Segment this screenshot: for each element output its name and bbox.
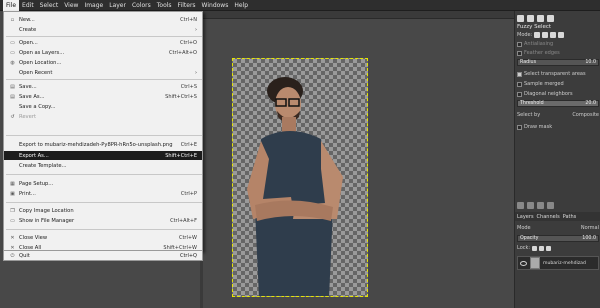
person-cutout-image	[247, 77, 343, 296]
menu-separator	[6, 135, 202, 136]
quit-icon: ⏻	[10, 252, 15, 259]
select-transparent-checkbox[interactable]: Select transparent areas	[517, 71, 586, 77]
select-by-row[interactable]: Select by Composite	[517, 112, 599, 118]
open-layers-icon: ▭	[10, 49, 15, 56]
menu-file[interactable]: File	[3, 0, 20, 11]
submenu-arrow-icon: ›	[195, 26, 197, 33]
mode-subtract-icon[interactable]	[550, 32, 557, 38]
menu-tools[interactable]: Tools	[154, 0, 175, 11]
right-dock: Fuzzy Select Mode: Antialiasing Feather …	[514, 11, 600, 308]
select-by-dropdown[interactable]: Composite	[572, 112, 599, 118]
menu-item-save[interactable]: ▤ Save... Ctrl+S	[4, 82, 202, 91]
dock-tab-icons	[517, 14, 554, 23]
close-icon: ✕	[10, 234, 15, 241]
copy-icon: ❐	[10, 207, 15, 214]
new-icon: ▫	[10, 16, 15, 23]
menu-item-open[interactable]: ▭ Open... Ctrl+O	[4, 38, 202, 47]
menu-separator	[6, 202, 202, 203]
mode-replace-icon[interactable]	[534, 32, 541, 38]
menu-colors[interactable]: Colors	[129, 0, 154, 11]
menu-separator	[6, 174, 202, 175]
menu-item-create-template[interactable]: Create Template...	[4, 161, 202, 170]
menu-windows[interactable]: Windows	[199, 0, 232, 11]
undo-history-tab-icon[interactable]	[537, 15, 544, 22]
layer-mode-row[interactable]: Mode Normal	[517, 225, 599, 231]
menu-separator	[6, 36, 202, 37]
tool-options-footer	[517, 201, 554, 210]
close-all-icon: ✕	[10, 244, 15, 251]
revert-icon: ↺	[10, 113, 15, 120]
menu-item-open-recent[interactable]: Open Recent ›	[4, 68, 202, 77]
visibility-eye-icon[interactable]	[520, 260, 527, 266]
file-menu: ▫ New... Ctrl+N Create › ▭ Open... Ctrl+O ▭ Op…	[3, 11, 203, 251]
menu-separator	[6, 229, 202, 230]
feather-edges-checkbox[interactable]: Feather edges	[517, 50, 560, 56]
save-as-icon: ▤	[10, 93, 15, 100]
layer-name: mubariz-mehdizad	[543, 260, 586, 266]
menu-item-export-as[interactable]: Export As... Shift+Ctrl+E	[4, 151, 202, 160]
menu-item-copy-image-location[interactable]: ❐ Copy Image Location	[4, 206, 202, 215]
draw-mask-checkbox[interactable]: Draw mask	[517, 124, 552, 130]
menu-item-page-setup[interactable]: ▦ Page Setup...	[4, 179, 202, 188]
menu-item-revert: ↺ Revert	[4, 112, 202, 121]
menu-item-open-location[interactable]: ◍ Open Location...	[4, 58, 202, 67]
layers-tab-bar: Layers Channels Paths	[515, 212, 600, 221]
sample-merged-checkbox[interactable]: Sample merged	[517, 81, 564, 87]
menu-filters[interactable]: Filters	[175, 0, 199, 11]
layer-mode-dropdown[interactable]: Normal	[581, 225, 599, 231]
mode-intersect-icon[interactable]	[558, 32, 565, 38]
open-icon: ▭	[10, 39, 15, 46]
menu-item-print[interactable]: ▣ Print... Ctrl+P	[4, 189, 202, 198]
menu-edit[interactable]: Edit	[19, 0, 37, 11]
menu-item-show-in-file-manager[interactable]: ▭ Show in File Manager Ctrl+Alt+F	[4, 216, 202, 225]
antialiasing-checkbox[interactable]: Antialiasing	[517, 41, 553, 47]
device-status-tab-icon[interactable]	[527, 15, 534, 22]
menu-item-close-view[interactable]: ✕ Close View Ctrl+W	[4, 233, 202, 242]
menu-item-open-as-layers[interactable]: ▭ Open as Layers... Ctrl+Alt+O	[4, 48, 202, 57]
save-icon: ▤	[10, 83, 15, 90]
horizontal-ruler	[200, 11, 514, 19]
menu-item-quit[interactable]: ⏻ Quit Ctrl+Q	[3, 251, 203, 261]
opacity-field[interactable]: Opacity 100.0	[517, 235, 599, 242]
tool-options-tab-icon[interactable]	[517, 15, 524, 22]
menu-select[interactable]: Select	[37, 0, 62, 11]
page-setup-icon: ▦	[10, 180, 15, 187]
menu-layer[interactable]: Layer	[106, 0, 129, 11]
menu-item-save-copy[interactable]: Save a Copy...	[4, 102, 202, 111]
diagonal-neighbors-checkbox[interactable]: Diagonal neighbors	[517, 91, 573, 97]
save-options-icon[interactable]	[517, 202, 524, 209]
menu-bar: File Edit Select View Image Layer Colors…	[0, 0, 600, 11]
lock-position-icon[interactable]	[539, 245, 545, 251]
restore-options-icon[interactable]	[527, 202, 534, 209]
menu-item-export-to[interactable]: Export to mubariz-mehdizadeh-Py8PR-hRn5o…	[4, 140, 202, 149]
lock-pixels-icon[interactable]	[532, 245, 538, 251]
menu-item-save-as[interactable]: ▤ Save As... Shift+Ctrl+S	[4, 92, 202, 101]
reset-options-icon[interactable]	[547, 202, 554, 209]
menu-separator	[6, 79, 202, 80]
images-tab-icon[interactable]	[547, 15, 554, 22]
layer-row[interactable]: mubariz-mehdizad	[517, 256, 599, 270]
menu-item-create[interactable]: Create ›	[4, 25, 202, 34]
mode-row: Mode:	[517, 32, 565, 38]
tab-paths[interactable]: Paths	[563, 214, 577, 220]
delete-options-icon[interactable]	[537, 202, 544, 209]
tab-channels[interactable]: Channels	[537, 214, 560, 220]
menu-item-new[interactable]: ▫ New... Ctrl+N	[4, 15, 202, 24]
lock-alpha-icon[interactable]	[546, 245, 552, 251]
location-icon: ◍	[10, 59, 15, 66]
print-icon: ▣	[10, 190, 15, 197]
image-canvas[interactable]	[232, 58, 368, 297]
radius-field[interactable]: Radius 10.0	[517, 59, 599, 66]
layer-thumbnail	[530, 257, 540, 269]
lock-row: Lock:	[517, 245, 552, 251]
menu-image[interactable]: Image	[81, 0, 106, 11]
submenu-arrow-icon: ›	[195, 69, 197, 76]
mode-add-icon[interactable]	[542, 32, 549, 38]
tab-layers[interactable]: Layers	[517, 214, 534, 220]
menu-help[interactable]: Help	[231, 0, 251, 11]
threshold-slider[interactable]: Threshold 20.0	[517, 100, 599, 107]
tool-options-title: Fuzzy Select	[517, 24, 552, 30]
folder-icon: ▭	[10, 217, 15, 224]
menu-view[interactable]: View	[61, 0, 81, 11]
